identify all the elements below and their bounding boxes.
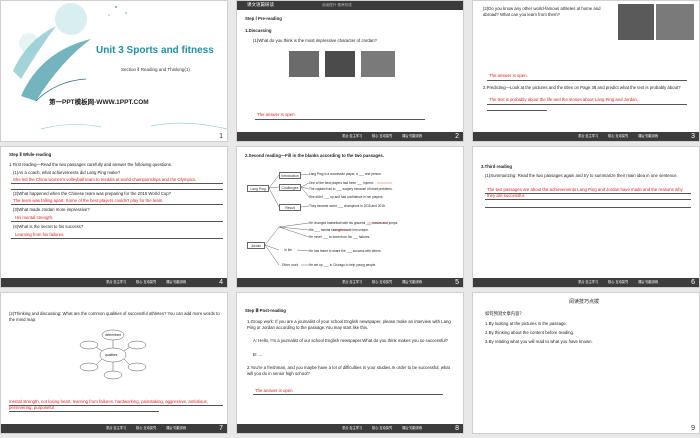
header-title: 课文语篇研读 [247,2,274,7]
question-1: (1)As a coach, what achievements did Lan… [13,170,121,175]
feather-decoration [13,3,227,130]
slide-number: 5 [455,279,459,286]
slide-footer: 重点·自主学习 核心·互动探究 课后·知能训练 [1,424,227,433]
header-subtitle: 阅读提升 素养形成 [322,2,352,7]
step-label: Step Ⅲ Post-reading [245,308,286,313]
mindmap-node-determined: determined [105,333,121,337]
summarizing: (1)Summarizing: Read the two passages ag… [485,173,678,178]
mind-map [79,329,147,380]
mindmap-center: qualities [105,353,118,357]
question-1: (1)What do you think is the most impress… [253,38,377,43]
tip-1: 1.By looking at the pictures in the pass… [485,321,567,326]
slide-footer: 重点·自主学习 核心·互动探究 课后·知能训练 [237,424,463,433]
slide-footer: 重点·自主学习 核心·互动探究 课后·知能训练 [473,132,699,141]
predicting-text: 2.Predicting—Look at the pictures and th… [483,85,681,90]
slide-thumbnail-7[interactable]: (2)Thinking and discussing: What are the… [0,292,228,434]
slide-footer: 重点·自主学习 核心·互动探究 课后·知能训练 [237,278,463,287]
slide-thumbnail-9[interactable]: 阅读技巧点拨 如何预测文章内容？ 1.By looking at the pic… [472,292,700,434]
question-3: (3)What made Jordan more impressive? [13,207,90,212]
answer-text: The answer is open. [257,112,296,117]
tips-subtitle: 如何预测文章内容？ [485,311,524,316]
slide-number: 2 [455,133,459,140]
athlete-photo-2 [656,4,694,40]
jordan-photo-3 [361,51,395,77]
slide-subtitle: Section Ⅱ Reading and Thinking(1) [121,67,190,72]
slide-title: Unit 3 Sports and fitness [96,45,214,56]
slide-footer: 重点·自主学习 核心·互动探究 课后·知能训练 [473,278,699,287]
mindmap-connectors [264,173,392,266]
slide-number: 7 [219,425,223,432]
slide-footer: 重点·自主学习 核心·互动探究 课后·知能训练 [237,132,463,141]
question-2: (2)What happened when the Chinese team w… [13,191,172,196]
slide-number: 8 [455,425,459,432]
slide-thumbnail-2[interactable]: 课文语篇研读 阅读提升 素养形成 Step Ⅰ Pre-reading 1.Di… [236,0,464,142]
step-label: Step Ⅰ Pre-reading [245,16,282,21]
question-2: (2)Do you know any other world-famous at… [483,6,601,17]
jordan-photo-2 [325,51,355,77]
slide-number: 3 [691,133,695,140]
first-reading: 1.First reading—Read the two passages ca… [9,162,173,167]
third-reading: 3.Third reading [481,164,513,169]
question-4: (4)What is the secret to his success? [13,224,84,229]
slide-thumbnail-5[interactable]: 2.Second reading—Fill in the blanks acco… [236,146,464,288]
predicting-answer: The text is probably about the life and … [489,97,639,102]
brand-text: 第一PPT模板网-WWW.1PPT.COM [49,99,149,106]
question-title: 1.Discussing [245,28,272,33]
tip-3: 3.By relating what you will read to what… [485,339,593,344]
freshman-question: 2.You're a freshman, and you maybe have … [247,365,450,376]
slide-header-bar: 课文语篇研读 阅读提升 素养形成 [237,1,463,10]
athlete-photo-1 [618,4,654,40]
slide-number: 9 [691,425,695,432]
dialogue-b: B: … [253,352,263,357]
dialogue-a: A: Hello, I'm a journalist of our school… [253,338,448,343]
slide-number: 6 [691,279,695,286]
tip-2: 2.By thinking about the content before r… [485,330,575,335]
tips-title: 阅读技巧点拨 [569,299,600,305]
step-label: Step Ⅱ While-reading [9,152,52,157]
answer-text: The answer is open. [489,73,528,78]
slide-number: 4 [219,279,223,286]
slide-thumbnail-8[interactable]: Step Ⅲ Post-reading 1.Group work: If you… [236,292,464,434]
slide-thumbnail-3[interactable]: (2)Do you know any other world-famous at… [472,0,700,142]
slide-thumbnail-1[interactable]: Unit 3 Sports and fitness Section Ⅱ Read… [0,0,228,142]
slide-thumbnail-4[interactable]: Step Ⅱ While-reading 1.First reading—Rea… [0,146,228,288]
jordan-photo-1 [289,51,319,77]
slide-number: 1 [219,133,223,140]
slide-footer: 重点·自主学习 核心·互动探究 课后·知能训练 [1,278,227,287]
slide-thumbnail-6[interactable]: 3.Third reading (1)Summarizing: Read the… [472,146,700,288]
group-work: 1.Group work: If you are a journalist of… [247,319,451,330]
